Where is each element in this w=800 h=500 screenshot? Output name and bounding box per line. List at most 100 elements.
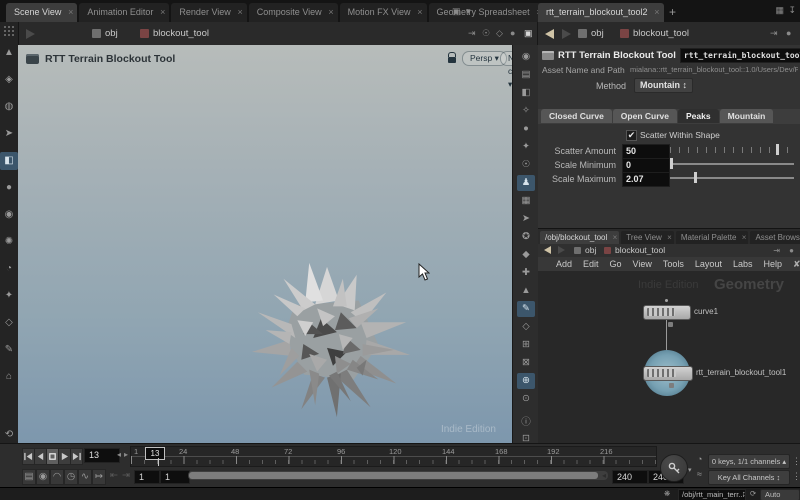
menu-add[interactable]: Add (556, 259, 572, 269)
close-icon[interactable]: × (417, 3, 422, 22)
node-input-dot[interactable] (665, 299, 668, 302)
audio-icon[interactable]: ◉ (36, 469, 50, 485)
back-button[interactable] (544, 246, 551, 254)
timeline-ruler[interactable]: 1 24 48 72 96 120 144 168 192 216 13 (130, 446, 657, 467)
scale-maximum-field[interactable]: 2.07 (622, 172, 670, 187)
method-dropdown[interactable]: Mountain ↕ (634, 78, 694, 93)
tab-material-palette[interactable]: Material Palette × (675, 231, 749, 244)
shading-sphere-icon[interactable]: ● (517, 121, 535, 137)
tab-geometry-spreadsheet[interactable]: Geometry Spreadsheet× (428, 3, 546, 22)
frame-dec-button[interactable]: ◂ (117, 450, 121, 459)
background-image-icon[interactable]: ▦ (517, 193, 535, 209)
menu-labs[interactable]: Labs (733, 259, 753, 269)
pane-menu-icon[interactable]: ▾ (466, 6, 471, 17)
toolbar-grip[interactable] (4, 26, 14, 36)
move-tool-icon[interactable]: ● (0, 179, 18, 197)
close-icon[interactable]: × (654, 3, 659, 22)
breadcrumb-obj[interactable]: obj (92, 26, 118, 41)
home-tool-icon[interactable]: ⌂ (0, 368, 18, 386)
menu-help[interactable]: Help (763, 259, 782, 269)
recook-icon[interactable]: ⟳ (750, 489, 756, 499)
cube-icon[interactable]: ◇ (496, 28, 503, 39)
breadcrumb-obj[interactable]: obj (574, 244, 596, 257)
forward-button[interactable] (26, 29, 35, 39)
edit-tool-icon[interactable]: ✎ (0, 341, 18, 359)
key-menu-arrow[interactable]: ▾ (688, 466, 692, 474)
handles-tool-icon[interactable]: ✦ (0, 287, 18, 305)
folder-tab-closed-curve[interactable]: Closed Curve (541, 109, 612, 123)
radial-menu-icon[interactable]: ● (786, 28, 791, 38)
lock-camera-icon[interactable]: ◧ (517, 85, 535, 101)
camera-lock-icon[interactable] (445, 52, 458, 64)
scatter-tool-icon[interactable]: ◍ (0, 98, 18, 116)
node-name-field[interactable]: rtt_terrain_blockout_tool1 (679, 48, 800, 63)
arc-icon[interactable]: ◠ (50, 469, 64, 485)
next-key-icon[interactable]: ⇥ (120, 469, 132, 483)
star-display-icon[interactable]: ✪ (517, 229, 535, 245)
network-canvas[interactable]: Indie Edition Geometry curve1 rtt_terrai… (538, 271, 800, 444)
normals-icon[interactable]: ▲ (517, 283, 535, 299)
tab-render-view[interactable]: Render View × (171, 3, 247, 22)
info-icon[interactable]: ⓘ (517, 415, 535, 431)
brain-icon[interactable]: ❋ (664, 489, 670, 499)
terrain-blockout-mesh[interactable] (240, 260, 418, 420)
realtime-clock-icon[interactable]: ◷ (64, 469, 78, 485)
close-icon[interactable]: × (160, 3, 165, 22)
add-tab-button[interactable]: + (666, 3, 680, 22)
tab-rtt-terrain-blockout-tool2[interactable]: rtt_terrain_blockout_tool2 × (538, 3, 664, 22)
pane-collapse-icon[interactable]: ↧ (788, 5, 796, 16)
forward-button[interactable] (558, 246, 565, 254)
wrench-icon[interactable]: ✘ (793, 259, 800, 270)
scene-viewport[interactable]: RTT Terrain Blockout Tool Persp ▾ No cam… (18, 45, 533, 443)
close-icon[interactable]: × (613, 231, 618, 244)
motion-curve-icon[interactable]: ∿ (78, 469, 92, 485)
path-spinner[interactable]: ↕ (742, 489, 746, 499)
node-rtt-terrain-blockout-tool1[interactable] (643, 366, 693, 381)
scale-maximum-slider[interactable] (670, 172, 794, 183)
follow-playhead-icon[interactable]: ↦ (92, 469, 106, 485)
snapshot-icon[interactable]: ▤ (517, 67, 535, 83)
tab-motion-fx-view[interactable]: Motion FX View × (339, 3, 427, 22)
keyall-menu-dots[interactable]: ⋮ (792, 471, 800, 482)
headlight-icon[interactable]: ✧ (517, 103, 535, 119)
close-icon[interactable]: × (328, 3, 333, 22)
pane-grid-icon[interactable]: ▦ (775, 5, 784, 16)
breadcrumb-obj[interactable]: obj (578, 26, 604, 41)
current-frame-marker[interactable]: 13 (145, 447, 165, 460)
tab-obj-blockout-tool[interactable]: /obj/blockout_tool × (540, 231, 620, 244)
set-key-button[interactable] (660, 454, 688, 482)
autokey-icon[interactable]: ◔ (697, 454, 702, 464)
scatter-amount-field[interactable]: 50 (622, 144, 670, 159)
grid-display-icon[interactable]: ⊞ (517, 337, 535, 353)
pivot-icon[interactable]: ⊙ (517, 391, 535, 407)
close-icon[interactable]: × (667, 231, 672, 244)
node-curve1[interactable] (643, 305, 691, 320)
menu-go[interactable]: Go (610, 259, 622, 269)
layers-icon[interactable]: ▤ (22, 469, 36, 485)
tab-composite-view[interactable]: Composite View × (248, 3, 338, 22)
prev-key-icon[interactable]: ⇤ (108, 469, 120, 483)
rotate-tool-icon[interactable]: ◉ (0, 206, 18, 224)
add-geo-icon[interactable]: ✚ (517, 265, 535, 281)
breadcrumb-node[interactable]: blockout_tool (620, 26, 689, 41)
pan-hand-icon[interactable]: ➤ (517, 211, 535, 227)
pin-icon[interactable]: ⇥ (770, 28, 778, 39)
go-to-end-button[interactable] (70, 448, 83, 465)
group-display-icon[interactable]: ⊠ (517, 355, 535, 371)
menu-tools[interactable]: Tools (663, 259, 684, 269)
scatter-points-icon[interactable]: ⊕ (517, 373, 535, 389)
scatter-amount-slider[interactable] (670, 144, 794, 155)
menu-view[interactable]: View (633, 259, 652, 269)
breadcrumb-node[interactable]: blockout_tool (140, 26, 209, 41)
close-icon[interactable]: × (68, 3, 73, 22)
scale-tool-icon[interactable]: ✺ (0, 233, 18, 251)
menu-layout[interactable]: Layout (695, 259, 722, 269)
close-icon[interactable]: × (742, 231, 747, 244)
points-display-icon[interactable]: ◆ (517, 247, 535, 263)
visibility-icon[interactable]: ◉ (517, 49, 535, 65)
update-node-path-field[interactable]: /obj/rtt_main_terr... (678, 489, 746, 500)
scatter-within-shape-checkbox[interactable]: ✔ (626, 130, 637, 141)
keys-menu-dots[interactable]: ⋮ (792, 456, 800, 467)
close-icon[interactable]: × (238, 3, 243, 22)
frame-inc-button[interactable]: ▸ (124, 450, 128, 459)
